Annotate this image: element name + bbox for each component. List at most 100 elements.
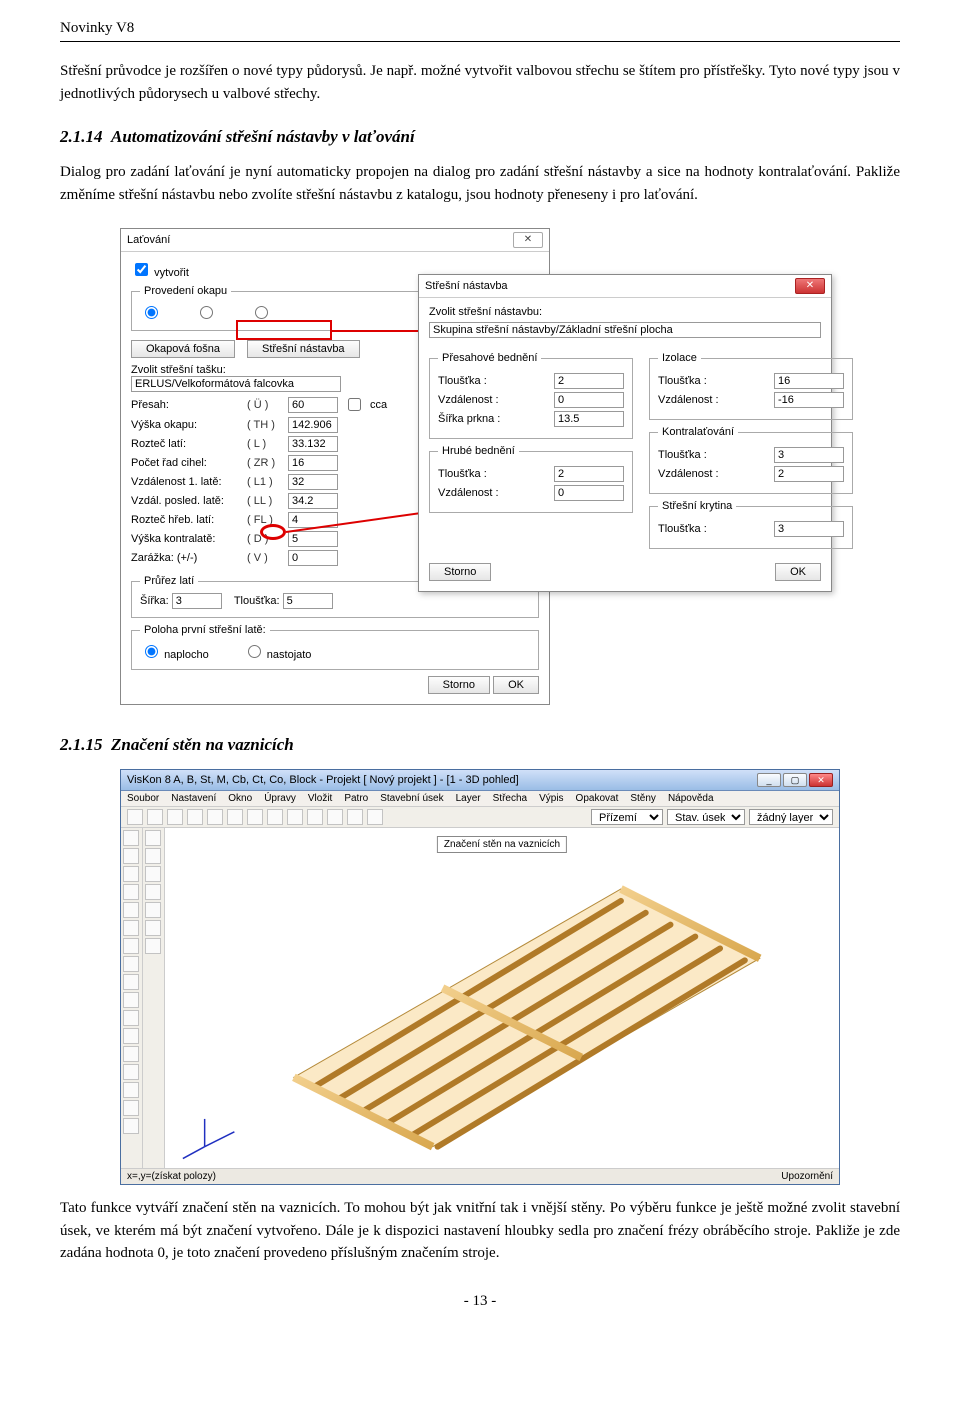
btn-ok-left[interactable]: OK bbox=[493, 676, 539, 694]
menu-item[interactable]: Patro bbox=[344, 793, 368, 804]
toolbar-icon[interactable] bbox=[127, 809, 143, 825]
btn-storno-right[interactable]: Storno bbox=[429, 563, 491, 581]
tool-icon[interactable] bbox=[123, 920, 139, 936]
menu-item[interactable]: Stavební úsek bbox=[380, 793, 443, 804]
tool-icon[interactable] bbox=[145, 938, 161, 954]
btn-okapova-fosna[interactable]: Okapová fošna bbox=[131, 340, 235, 358]
menu-item[interactable]: Střecha bbox=[493, 793, 527, 804]
toolbar-icon[interactable] bbox=[167, 809, 183, 825]
toolbar-icon[interactable] bbox=[207, 809, 223, 825]
menu-item[interactable]: Soubor bbox=[127, 793, 159, 804]
tool-icon[interactable] bbox=[145, 830, 161, 846]
radio-nastojato[interactable]: nastojato bbox=[243, 642, 312, 661]
input-0[interactable] bbox=[288, 397, 338, 413]
tool-icon[interactable] bbox=[123, 1028, 139, 1044]
input-2[interactable] bbox=[288, 436, 338, 452]
tool-icon[interactable] bbox=[123, 848, 139, 864]
input-kryt-tl[interactable] bbox=[774, 521, 844, 537]
close-icon[interactable]: ✕ bbox=[795, 278, 825, 294]
input-7[interactable] bbox=[288, 531, 338, 547]
toolbar-icon[interactable] bbox=[227, 809, 243, 825]
menu-item[interactable]: Stěny bbox=[630, 793, 656, 804]
tool-icon[interactable] bbox=[123, 1100, 139, 1116]
radio-okap-3[interactable] bbox=[250, 303, 271, 322]
toolbar-icon[interactable] bbox=[327, 809, 343, 825]
app-toolbar-top: Přízemí Stav. úsek žádný layer bbox=[121, 807, 839, 828]
tool-icon[interactable] bbox=[123, 1118, 139, 1134]
toolbar-icon[interactable] bbox=[247, 809, 263, 825]
input-kontra-tl[interactable] bbox=[774, 447, 844, 463]
tool-icon[interactable] bbox=[123, 992, 139, 1008]
radio-naplocho[interactable]: naplocho bbox=[140, 642, 209, 661]
input-presah-tl[interactable] bbox=[554, 373, 624, 389]
tool-icon[interactable] bbox=[123, 974, 139, 990]
menu-item[interactable]: Nápověda bbox=[668, 793, 714, 804]
input-tloustka[interactable] bbox=[283, 593, 333, 609]
tool-icon[interactable] bbox=[123, 938, 139, 954]
input-izo-tl[interactable] bbox=[774, 373, 844, 389]
toolbar-icon[interactable] bbox=[347, 809, 363, 825]
tool-icon[interactable] bbox=[123, 866, 139, 882]
input-3[interactable] bbox=[288, 455, 338, 471]
tool-icon[interactable] bbox=[123, 1064, 139, 1080]
input-select-nastavbu[interactable] bbox=[429, 322, 821, 338]
tool-icon[interactable] bbox=[145, 848, 161, 864]
input-izo-vz[interactable] bbox=[774, 392, 844, 408]
menu-item[interactable]: Úpravy bbox=[264, 793, 296, 804]
tool-icon[interactable] bbox=[123, 902, 139, 918]
tool-icon[interactable] bbox=[123, 830, 139, 846]
toolbar-icon[interactable] bbox=[367, 809, 383, 825]
checkbox-vytvorit[interactable]: vytvořit bbox=[131, 267, 189, 279]
tool-icon[interactable] bbox=[123, 1010, 139, 1026]
select-layer[interactable]: žádný layer bbox=[749, 809, 833, 825]
select-stavusek[interactable]: Stav. úsek bbox=[667, 809, 745, 825]
close-icon[interactable]: ✕ bbox=[809, 773, 833, 787]
input-presah-vz[interactable] bbox=[554, 392, 624, 408]
page-footer: - 13 - bbox=[60, 1293, 900, 1310]
toolbar-icon[interactable] bbox=[267, 809, 283, 825]
input-hrube-tl[interactable] bbox=[554, 466, 624, 482]
tool-icon[interactable] bbox=[145, 920, 161, 936]
tool-icon[interactable] bbox=[145, 902, 161, 918]
menu-item[interactable]: Okno bbox=[228, 793, 252, 804]
input-8[interactable] bbox=[288, 550, 338, 566]
input-5[interactable] bbox=[288, 493, 338, 509]
input-kontra-vz[interactable] bbox=[774, 466, 844, 482]
btn-stresni-nastavba[interactable]: Střešní nástavba bbox=[247, 340, 360, 358]
input-sirka[interactable] bbox=[172, 593, 222, 609]
label-select-nastavbu: Zvolit střešní nástavbu: bbox=[429, 306, 821, 318]
tool-icon[interactable] bbox=[123, 1046, 139, 1062]
tool-icon[interactable] bbox=[145, 884, 161, 900]
input-hrube-vz[interactable] bbox=[554, 485, 624, 501]
select-prizemi[interactable]: Přízemí bbox=[591, 809, 663, 825]
menu-item[interactable]: Nastavení bbox=[171, 793, 216, 804]
menu-item[interactable]: Vložit bbox=[308, 793, 332, 804]
btn-ok-right[interactable]: OK bbox=[775, 563, 821, 581]
status-right: Upozornění bbox=[781, 1171, 833, 1182]
toolbar-icon[interactable] bbox=[147, 809, 163, 825]
menu-item[interactable]: Opakovat bbox=[576, 793, 619, 804]
input-tasku[interactable] bbox=[131, 376, 341, 392]
input-1[interactable] bbox=[288, 417, 338, 433]
input-6[interactable] bbox=[288, 512, 338, 528]
radio-okap-2[interactable] bbox=[195, 303, 216, 322]
tool-icon[interactable] bbox=[123, 884, 139, 900]
row-2: Rozteč latí:( L ) bbox=[131, 436, 431, 452]
input-presah-sir[interactable] bbox=[554, 411, 624, 427]
toolbar-icon[interactable] bbox=[287, 809, 303, 825]
toolbar-icon[interactable] bbox=[307, 809, 323, 825]
toolbar-icon[interactable] bbox=[187, 809, 203, 825]
menu-item[interactable]: Výpis bbox=[539, 793, 563, 804]
radio-okap-1[interactable] bbox=[140, 303, 161, 322]
tool-icon[interactable] bbox=[123, 956, 139, 972]
close-icon[interactable]: ✕ bbox=[513, 232, 543, 248]
btn-storno-left[interactable]: Storno bbox=[428, 676, 490, 694]
checkbox-vytvorit-box[interactable] bbox=[135, 263, 148, 276]
tool-icon[interactable] bbox=[145, 866, 161, 882]
minimize-icon[interactable]: _ bbox=[757, 773, 781, 787]
canvas-3d-view[interactable]: Značení stěn na vaznicích bbox=[165, 828, 839, 1168]
maximize-icon[interactable]: ▢ bbox=[783, 773, 807, 787]
input-4[interactable] bbox=[288, 474, 338, 490]
menu-item[interactable]: Layer bbox=[456, 793, 481, 804]
tool-icon[interactable] bbox=[123, 1082, 139, 1098]
